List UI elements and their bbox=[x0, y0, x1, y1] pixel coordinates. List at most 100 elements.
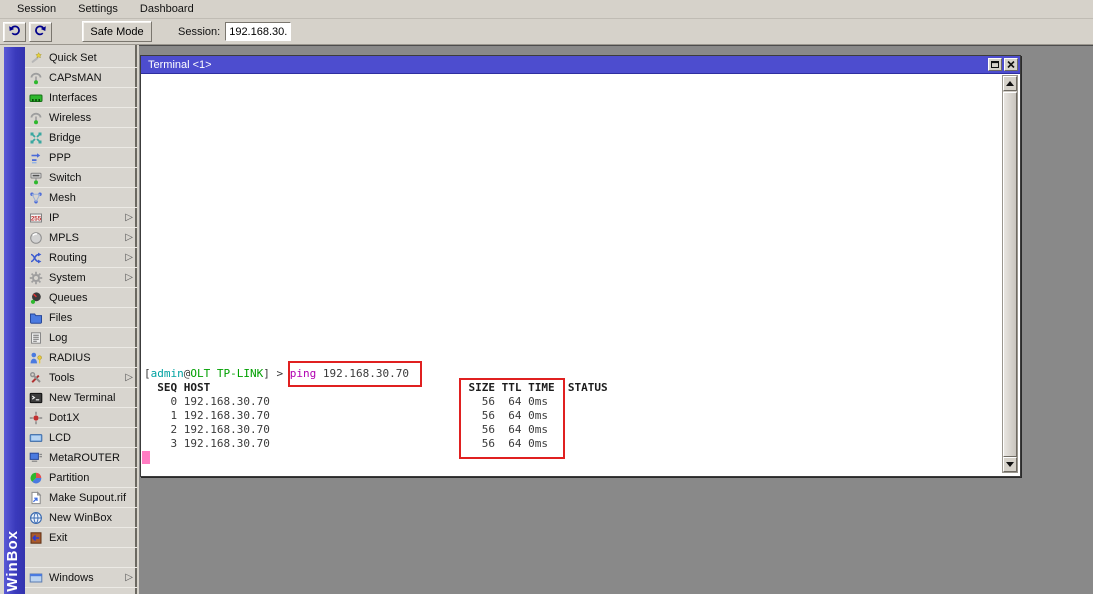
sidebar-item-label: New Terminal bbox=[49, 392, 115, 404]
sidebar-item-label: Log bbox=[49, 332, 67, 344]
sidebar-item-label: Interfaces bbox=[49, 92, 97, 104]
sidebar-item-radius[interactable]: RADIUS bbox=[25, 348, 137, 368]
submenu-arrow-icon: ▷ bbox=[125, 212, 133, 223]
capsman-icon bbox=[28, 70, 43, 85]
switch-icon bbox=[28, 170, 43, 185]
sidebar-item-new-terminal[interactable]: New Terminal bbox=[25, 388, 137, 408]
sidebar-item-new-winbox[interactable]: New WinBox bbox=[25, 508, 137, 528]
sidebar-item-label: Partition bbox=[49, 472, 89, 484]
sidebar-item-label: CAPsMAN bbox=[49, 72, 102, 84]
sidebar-item-label: Tools bbox=[49, 372, 75, 384]
terminal-scrollbar[interactable] bbox=[1002, 75, 1018, 473]
menu-session[interactable]: Session bbox=[6, 1, 67, 18]
sidebar-item-interfaces[interactable]: Interfaces bbox=[25, 88, 137, 108]
sidebar-item-ppp[interactable]: PPP bbox=[25, 148, 137, 168]
sidebar-item-label: Bridge bbox=[49, 132, 81, 144]
terminal-window: Terminal <1> [admin@OLT TP-LINK] > ping … bbox=[140, 55, 1021, 477]
sidebar-item-system[interactable]: System ▷ bbox=[25, 268, 137, 288]
sidebar-item-wireless[interactable]: Wireless bbox=[25, 108, 137, 128]
triangle-up-icon bbox=[1006, 81, 1014, 86]
sidebar-item-windows[interactable]: Windows ▷ bbox=[25, 568, 137, 588]
sidebar-item-label: Make Supout.rif bbox=[49, 492, 126, 504]
new-winbox-icon bbox=[28, 510, 43, 525]
exit-icon bbox=[28, 530, 43, 545]
mesh-icon bbox=[28, 190, 43, 205]
terminal-title: Terminal <1> bbox=[148, 59, 212, 71]
sidebar-item-dot1x[interactable]: Dot1X bbox=[25, 408, 137, 428]
safe-mode-button[interactable]: Safe Mode bbox=[82, 21, 152, 42]
sidebar-item-metarouter[interactable]: MetaROUTER bbox=[25, 448, 137, 468]
sidebar-item-label: System bbox=[49, 272, 86, 284]
sidebar-item-log[interactable]: Log bbox=[25, 328, 137, 348]
ppp-icon bbox=[28, 150, 43, 165]
menu-dashboard[interactable]: Dashboard bbox=[129, 1, 205, 18]
svg-text:255: 255 bbox=[30, 215, 41, 222]
queues-icon bbox=[28, 290, 43, 305]
close-icon bbox=[1007, 59, 1015, 71]
scroll-down-button[interactable] bbox=[1003, 457, 1017, 472]
sidebar-item-capsman[interactable]: CAPsMAN bbox=[25, 68, 137, 88]
make-supout-icon bbox=[28, 490, 43, 505]
sidebar-item-label: New WinBox bbox=[49, 512, 112, 524]
lcd-icon bbox=[28, 430, 43, 445]
sidebar-item-label: Files bbox=[49, 312, 72, 324]
sidebar-item-partition[interactable]: Partition bbox=[25, 468, 137, 488]
close-button[interactable] bbox=[1004, 58, 1018, 71]
sidebar-item-label: RADIUS bbox=[49, 352, 91, 364]
sidebar-item-bridge[interactable]: Bridge bbox=[25, 128, 137, 148]
submenu-arrow-icon: ▷ bbox=[125, 572, 133, 583]
annotation-box-size-ttl-time bbox=[459, 378, 565, 459]
mpls-icon bbox=[28, 230, 43, 245]
sidebar-item-make-supout-rif[interactable]: Make Supout.rif bbox=[25, 488, 137, 508]
session-input[interactable] bbox=[225, 22, 291, 41]
redo-arrow-icon bbox=[34, 24, 47, 39]
windows-icon bbox=[28, 570, 43, 585]
sidebar-item-files[interactable]: Files bbox=[25, 308, 137, 328]
interfaces-icon bbox=[28, 90, 43, 105]
undo-button[interactable] bbox=[3, 22, 26, 42]
sidebar-item-queues[interactable]: Queues bbox=[25, 288, 137, 308]
sidebar-item-switch[interactable]: Switch bbox=[25, 168, 137, 188]
menu-settings[interactable]: Settings bbox=[67, 1, 129, 18]
sidebar-spacer bbox=[25, 548, 137, 568]
metarouter-icon bbox=[28, 450, 43, 465]
sidebar-item-tools[interactable]: Tools▷ bbox=[25, 368, 137, 388]
quick-set-icon bbox=[28, 50, 43, 65]
sidebar-item-exit[interactable]: Exit bbox=[25, 528, 137, 548]
session-label: Session: bbox=[178, 26, 220, 38]
sidebar-item-label: Quick Set bbox=[49, 52, 97, 64]
radius-icon bbox=[28, 350, 43, 365]
sidebar-item-label: Routing bbox=[49, 252, 87, 264]
sidebar-item-label: Mesh bbox=[49, 192, 76, 204]
triangle-down-icon bbox=[1006, 462, 1014, 467]
dot1x-icon bbox=[28, 410, 43, 425]
wireless-icon bbox=[28, 110, 43, 125]
sidebar-item-lcd[interactable]: LCD bbox=[25, 428, 137, 448]
winbox-brand-strip: WinBox bbox=[4, 47, 25, 594]
sidebar-item-mesh[interactable]: Mesh bbox=[25, 188, 137, 208]
terminal-output-area[interactable]: [admin@OLT TP-LINK] > ping 192.168.30.70… bbox=[141, 74, 1020, 476]
submenu-arrow-icon: ▷ bbox=[125, 232, 133, 243]
sidebar-item-label: Windows bbox=[49, 572, 94, 584]
sidebar-item-label: PPP bbox=[49, 152, 71, 164]
sidebar-item-label: LCD bbox=[49, 432, 71, 444]
files-icon bbox=[28, 310, 43, 325]
maximize-icon bbox=[991, 59, 999, 71]
sidebar-item-quick-set[interactable]: Quick Set bbox=[25, 48, 137, 68]
terminal-cursor bbox=[142, 451, 150, 464]
partition-icon bbox=[28, 470, 43, 485]
scrollbar-thumb[interactable] bbox=[1003, 92, 1017, 457]
tools-icon bbox=[28, 370, 43, 385]
sidebar-item-label: IP bbox=[49, 212, 59, 224]
maximize-button[interactable] bbox=[988, 58, 1002, 71]
terminal-titlebar[interactable]: Terminal <1> bbox=[141, 56, 1020, 74]
bridge-icon bbox=[28, 130, 43, 145]
submenu-arrow-icon: ▷ bbox=[125, 272, 133, 283]
undo-arrow-icon bbox=[8, 24, 21, 39]
sidebar-item-routing[interactable]: Routing▷ bbox=[25, 248, 137, 268]
sidebar-item-ip[interactable]: 255 IP ▷ bbox=[25, 208, 137, 228]
scroll-up-button[interactable] bbox=[1003, 76, 1017, 91]
sidebar-item-mpls[interactable]: MPLS▷ bbox=[25, 228, 137, 248]
system-icon bbox=[28, 270, 43, 285]
redo-button[interactable] bbox=[29, 22, 52, 42]
